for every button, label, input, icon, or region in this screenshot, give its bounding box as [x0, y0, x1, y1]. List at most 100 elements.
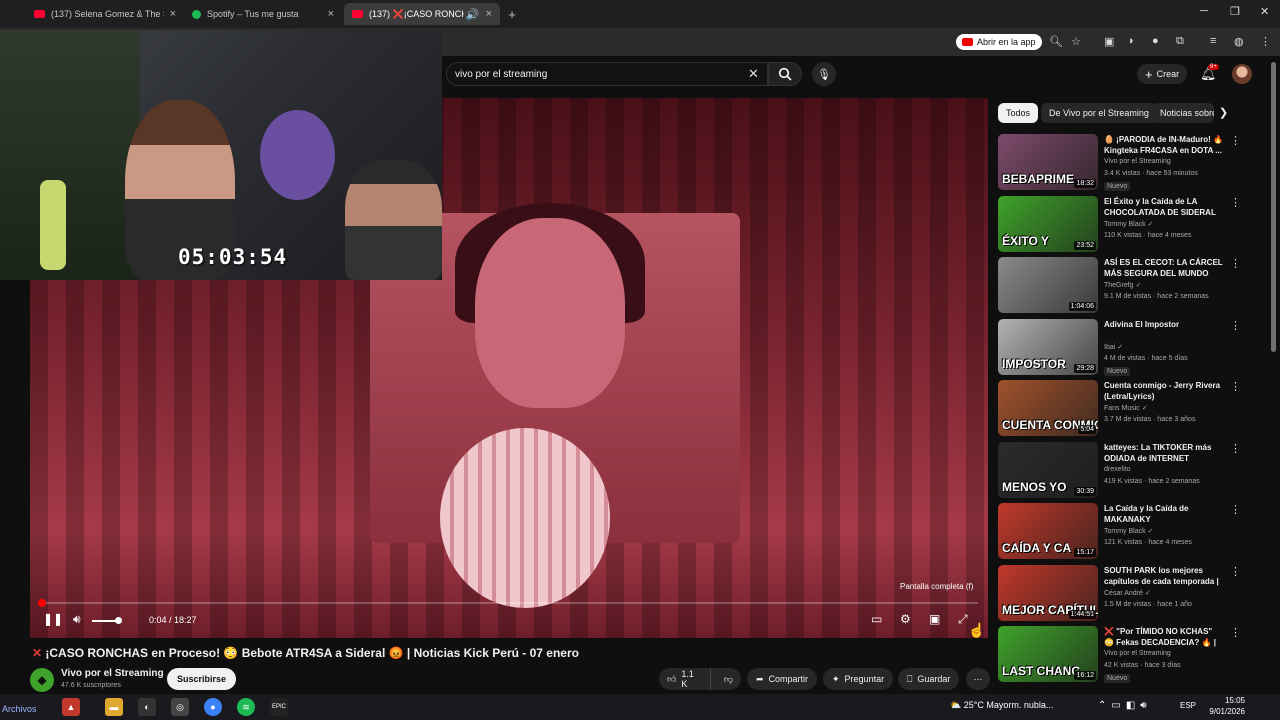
recommendation-channel[interactable]: Ibai ✓	[1104, 343, 1123, 351]
browser-tab-3[interactable]: (137) ❌¡CASO RONCHAS 🔊 ×	[344, 3, 500, 25]
pause-icon[interactable]: ❚❚	[43, 612, 63, 626]
subscribe-button[interactable]: Suscribirse	[167, 668, 237, 690]
video-thumbnail[interactable]: LAST CHANC 16:12	[998, 626, 1098, 682]
create-button[interactable]: + Crear	[1137, 64, 1188, 84]
video-thumbnail[interactable]: CAÍDA Y CA 15:17	[998, 503, 1098, 559]
recommendation-channel[interactable]: Vivo por el Streaming	[1104, 650, 1171, 657]
progress-scrubber[interactable]	[38, 599, 46, 607]
spotify-icon[interactable]: ≋	[237, 698, 255, 716]
recommendation-channel[interactable]: TheGrefg ✓	[1104, 281, 1141, 289]
dislike-button[interactable]: 👎︎	[716, 674, 741, 685]
recommendation-channel[interactable]: Vivo por el Streaming	[1104, 158, 1171, 165]
more-vertical-icon[interactable]: ⋮	[1230, 380, 1241, 393]
open-in-app-button[interactable]: Abrir en la app	[956, 34, 1042, 50]
extensions-puzzle-icon[interactable]: ⧉	[1176, 35, 1184, 48]
fullscreen-icon[interactable]: ⤢	[958, 612, 968, 627]
video-thumbnail[interactable]: MEJOR CAPÍTULO 1:44:51	[998, 564, 1098, 621]
more-vertical-icon[interactable]: ⋮	[1230, 257, 1241, 270]
avatar[interactable]	[1232, 64, 1252, 84]
recommendation-channel[interactable]: drexelito	[1104, 466, 1130, 473]
extension-icon[interactable]: ●	[1152, 35, 1159, 47]
like-button[interactable]: 👍︎ 1.1 K	[659, 668, 711, 690]
close-icon[interactable]: ×	[328, 8, 334, 20]
save-button[interactable]: ⎕ Guardar	[898, 668, 960, 690]
recommendation-channel[interactable]: Tommy Black ✓	[1104, 527, 1153, 535]
more-vertical-icon[interactable]: ⋮	[1230, 442, 1241, 455]
language-indicator[interactable]: ESP	[1180, 701, 1196, 710]
overwatch-icon[interactable]: ◎	[171, 698, 189, 716]
epic-games-icon[interactable]: EPIC	[270, 698, 288, 716]
file-explorer-icon[interactable]: ▬	[105, 698, 123, 716]
close-icon[interactable]: ×	[486, 8, 492, 20]
video-thumbnail[interactable]: ÉXITO Y 23:52	[998, 195, 1098, 252]
more-vertical-icon[interactable]: ⋮	[1230, 503, 1241, 516]
share-button[interactable]: ➦ Compartir	[747, 668, 818, 690]
close-icon[interactable]: ×	[170, 8, 176, 20]
translate-icon[interactable]: ▣	[1104, 35, 1114, 48]
clock[interactable]: 15:05 9/01/2026	[1205, 695, 1245, 717]
video-thumbnail[interactable]: CUENTA CONMIGO 5:04	[998, 380, 1098, 436]
tray-icons[interactable]: ⌃▭◧🔊︎	[1098, 700, 1152, 711]
recommendation-item[interactable]: CAÍDA Y CA 15:17 La Caída y la Caída de …	[998, 503, 1268, 561]
search-input[interactable]: vivo por el streaming	[446, 62, 768, 86]
recommendation-channel[interactable]: Fans Music ✓	[1104, 404, 1148, 412]
video-thumbnail[interactable]: BEBAPRIME 18:32	[998, 134, 1098, 190]
recommendation-channel[interactable]: Tommy Black ✓	[1104, 220, 1153, 228]
new-tab-button[interactable]: +	[502, 3, 522, 25]
profile-icon[interactable]: ◍	[1234, 35, 1244, 48]
more-actions-button[interactable]: ⋯	[966, 668, 990, 690]
bookmark-star-icon[interactable]: ☆	[1071, 35, 1081, 48]
menu-icon[interactable]: ⋮	[1260, 35, 1271, 48]
weather-widget[interactable]: ⛅ 25°C Mayorm. nubla...	[950, 700, 1053, 711]
close-window-icon[interactable]: ✕	[1260, 5, 1269, 18]
minimize-icon[interactable]: ─	[1200, 5, 1208, 17]
recommendation-title[interactable]: ASÍ ES EL CECOT: LA CÁRCEL MÁS SEGURA DE…	[1104, 257, 1224, 279]
clear-search-icon[interactable]: ✕	[748, 66, 759, 82]
browser-tab-1[interactable]: (137) Selena Gomez & The Sce ×	[26, 3, 184, 25]
recommendation-title[interactable]: Cuenta conmigo - Jerry Rivera (Letra/Lyr…	[1104, 380, 1224, 402]
video-thumbnail[interactable]: IMPOSTOR 29:28	[998, 318, 1098, 375]
more-vertical-icon[interactable]: ⋮	[1230, 196, 1241, 209]
restore-icon[interactable]: ❐	[1230, 5, 1240, 18]
recommendation-item[interactable]: MEJOR CAPÍTULO 1:44:51 SOUTH PARK los me…	[998, 564, 1268, 623]
extension-icon[interactable]: ◗	[1128, 35, 1135, 47]
recommendation-title[interactable]: 🥚 ¡PARODIA de IN-Maduro! 🔥 Kingteka FR4C…	[1104, 134, 1224, 156]
audio-icon[interactable]: 🔊	[466, 8, 480, 21]
chip-todos[interactable]: Todos	[998, 103, 1039, 123]
chrome-icon[interactable]: ●	[204, 698, 222, 716]
recommendation-title[interactable]: ❌ "Por TÍMIDO NO KCHAS" 😳 Fekas DECADENC…	[1104, 626, 1224, 648]
taskbar-app-icon[interactable]: ▲	[62, 698, 80, 716]
recommendation-title[interactable]: SOUTH PARK los mejores capítulos de cada…	[1104, 565, 1224, 587]
volume-icon[interactable]: 🔊︎	[73, 612, 81, 627]
more-vertical-icon[interactable]: ⋮	[1230, 319, 1241, 332]
recommendation-title[interactable]: katteyes: La TIKTOKER más ODIADA de INTE…	[1104, 442, 1224, 464]
progress-bar[interactable]	[40, 602, 978, 604]
voice-search-button[interactable]: 🎙︎	[812, 62, 836, 86]
recommendation-item[interactable]: BEBAPRIME 18:32 🥚 ¡PARODIA de IN-Maduro!…	[998, 134, 1268, 192]
chip-channel[interactable]: De Vivo por el Streaming	[1041, 103, 1157, 123]
recommendation-item[interactable]: ÉXITO Y 23:52 El Éxito y la Caída de LA …	[998, 195, 1268, 254]
recommendation-item[interactable]: 1:04:06 ASÍ ES EL CECOT: LA CÁRCEL MÁS S…	[998, 257, 1268, 315]
recommendation-item[interactable]: LAST CHANC 16:12 ❌ "Por TÍMIDO NO KCHAS"…	[998, 626, 1268, 684]
recommendation-item[interactable]: IMPOSTOR 29:28 Adivina El Impostor Ibai …	[998, 318, 1268, 377]
chip-noticias[interactable]: Noticias sobre	[1152, 103, 1214, 123]
chevron-right-icon[interactable]: ❯	[1219, 106, 1228, 119]
recommendation-item[interactable]: MENOS YO 30:39 katteyes: La TIKTOKER más…	[998, 441, 1268, 500]
channel-name[interactable]: Vivo por el Streaming	[61, 668, 164, 679]
browser-tab-2[interactable]: Spotify – Tus me gusta ×	[184, 3, 342, 25]
channel-avatar[interactable]: ◆	[30, 668, 54, 692]
settings-gear-icon[interactable]: ⚙	[900, 612, 911, 626]
taskbar-app-icon[interactable]: ◐	[138, 698, 156, 716]
video-thumbnail[interactable]: 1:04:06	[998, 257, 1098, 313]
zoom-icon[interactable]: 🔍︎	[1049, 35, 1063, 48]
scrollbar[interactable]	[1271, 62, 1276, 352]
subtitles-icon[interactable]: ▭	[871, 612, 882, 626]
recommendation-title[interactable]: La Caída y la Caída de MAKANAKY	[1104, 503, 1224, 525]
miniplayer-icon[interactable]: ▣	[929, 612, 940, 626]
volume-knob[interactable]	[115, 617, 122, 624]
recommendation-title[interactable]: El Éxito y la Caída de LA CHOCOLATADA DE…	[1104, 196, 1224, 218]
ask-button[interactable]: ✦ Preguntar	[823, 668, 894, 690]
recommendation-item[interactable]: CUENTA CONMIGO 5:04 Cuenta conmigo - Jer…	[998, 380, 1268, 438]
more-vertical-icon[interactable]: ⋮	[1230, 626, 1241, 639]
media-control-icon[interactable]: ≡	[1210, 35, 1216, 47]
